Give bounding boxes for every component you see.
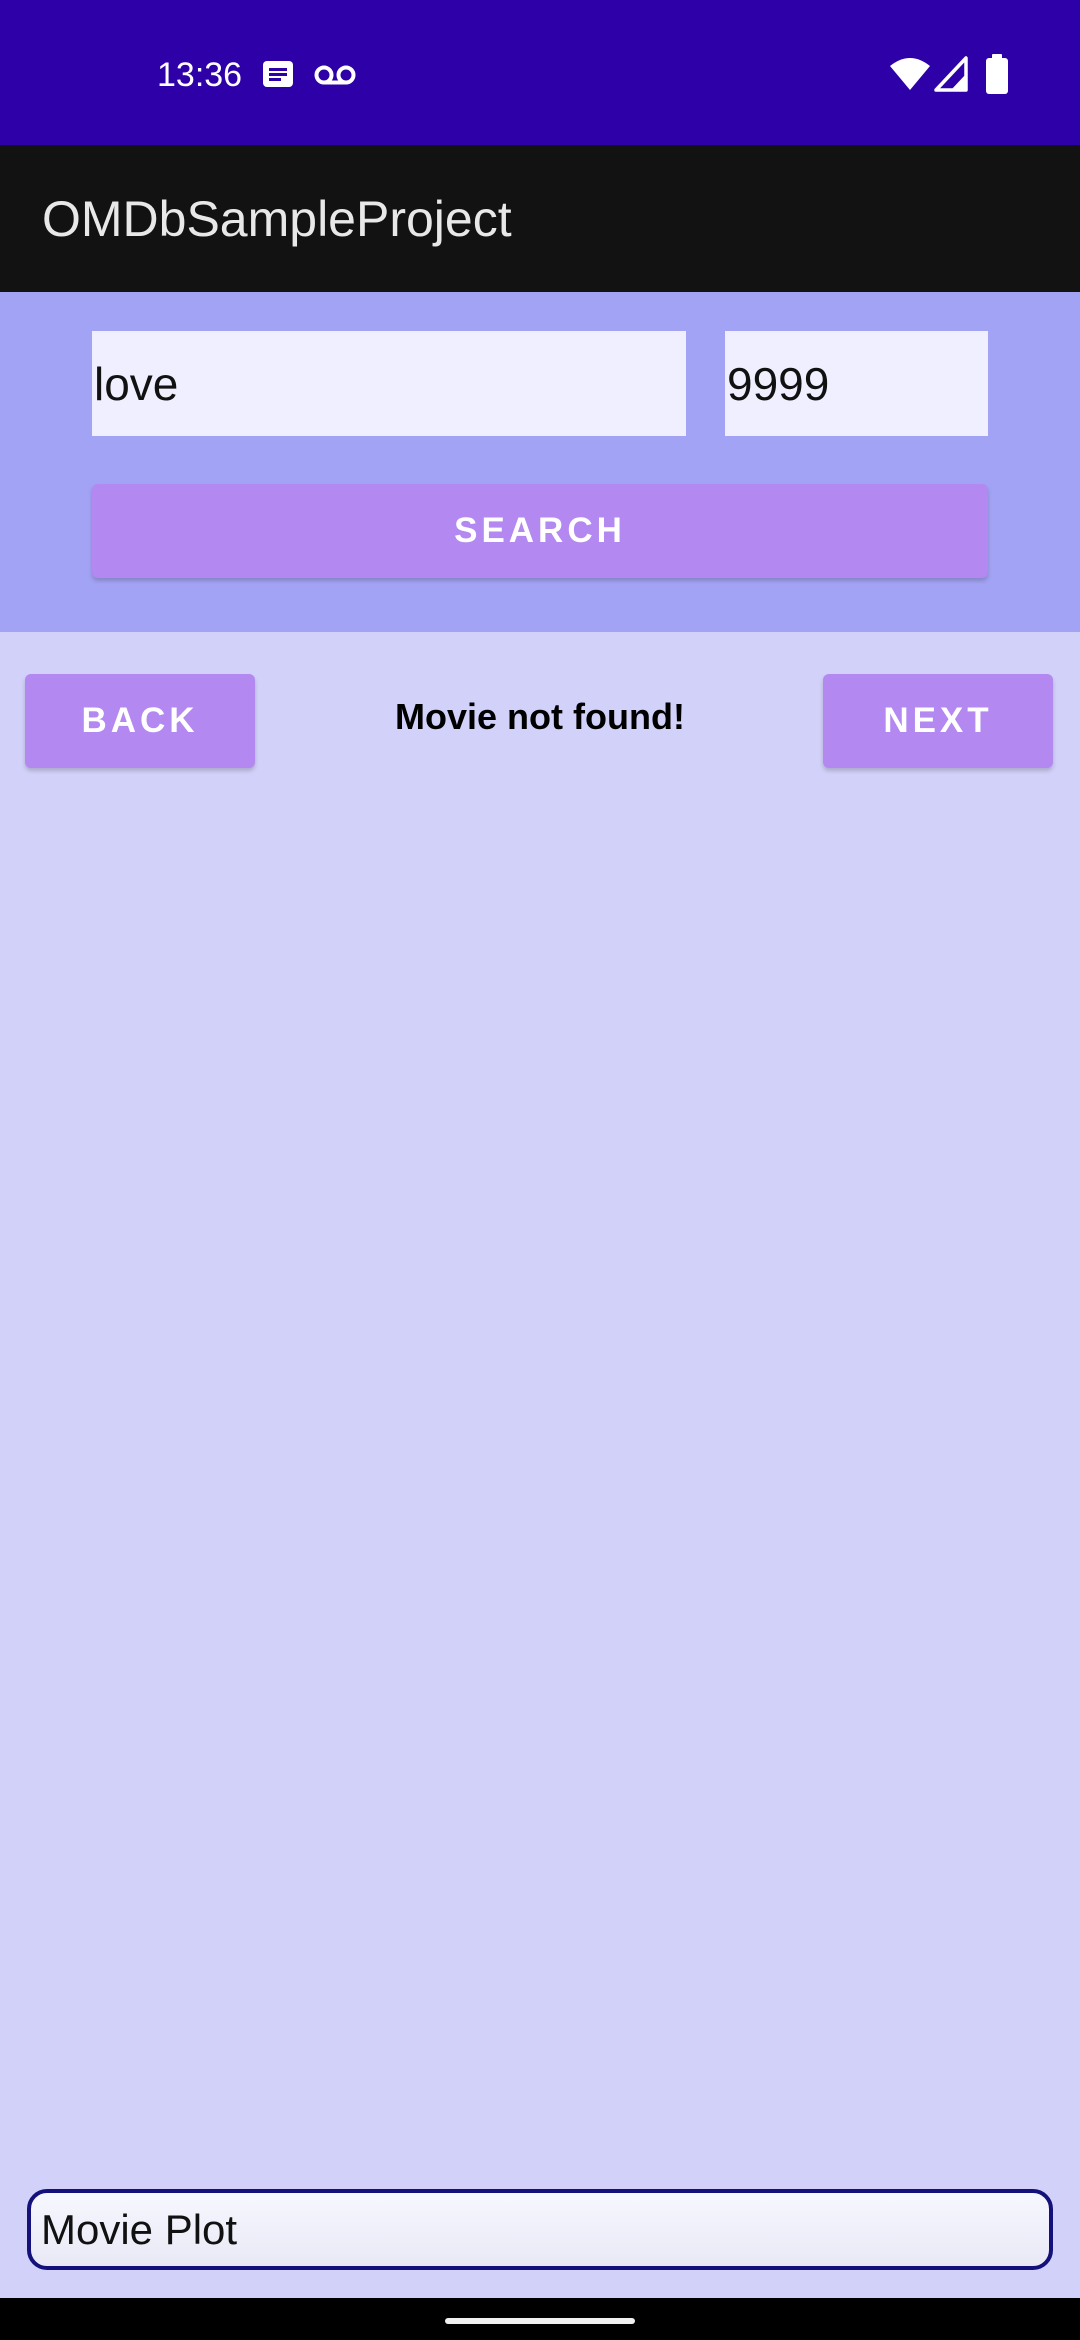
search-year-input[interactable]: [725, 331, 988, 436]
back-button[interactable]: BACK: [25, 674, 255, 768]
wifi-icon: [890, 56, 930, 97]
movie-plot-field[interactable]: Movie Plot: [27, 2189, 1053, 2270]
status-time: 13:36: [157, 56, 243, 94]
voicemail-icon: [314, 64, 356, 91]
status-bar: 13:36: [0, 0, 1080, 145]
search-query-input[interactable]: [92, 331, 686, 436]
app-title: OMDbSampleProject: [42, 191, 512, 247]
next-button[interactable]: NEXT: [823, 674, 1053, 768]
message-notification-icon: [262, 60, 294, 95]
search-button[interactable]: SEARCH: [92, 484, 988, 578]
cell-signal-icon: [934, 56, 968, 97]
battery-icon: [986, 54, 1008, 99]
status-message: Movie not found!: [395, 696, 685, 737]
home-gesture-handle[interactable]: [445, 2318, 635, 2324]
